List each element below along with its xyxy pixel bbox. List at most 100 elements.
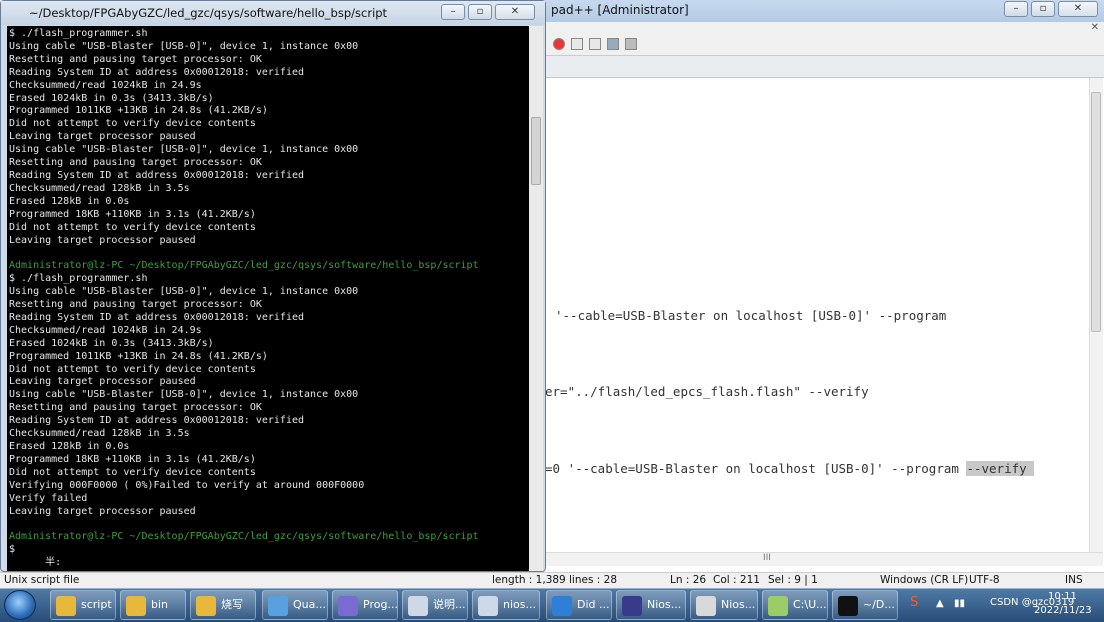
clock-time[interactable]: 10:11 bbox=[1048, 591, 1077, 602]
terminal-prompt-line: Administrator@lz-PC ~/Desktop/FPGAbyGZC/… bbox=[9, 531, 479, 543]
ime-icon[interactable]: S bbox=[910, 595, 918, 610]
status-length: length : 1,389 bbox=[492, 574, 566, 586]
quartus-icon bbox=[268, 596, 288, 616]
taskbar-button[interactable]: Prog... bbox=[332, 590, 398, 620]
terminal-line: Did not attempt to verify device content… bbox=[9, 466, 256, 478]
status-col: Col : 211 bbox=[713, 574, 760, 586]
terminal-line: Checksummed/read 128kB in 3.5s bbox=[9, 428, 190, 440]
minimize-icon[interactable]: – bbox=[441, 4, 465, 20]
document-icon bbox=[478, 596, 498, 616]
status-eol: Windows (CR LF) bbox=[880, 574, 969, 586]
status-ln: Ln : 26 bbox=[670, 574, 707, 586]
terminal-line: Programmed 18KB +110KB in 3.1s (41.2KB/s… bbox=[9, 208, 256, 220]
terminal-window: ~/Desktop/FPGAbyGZC/led_gzc/qsys/softwar… bbox=[0, 0, 546, 572]
editor-horizontal-scrollbar[interactable]: III bbox=[541, 552, 1103, 566]
taskbar-button-label: Prog... bbox=[363, 598, 398, 611]
status-encoding: UTF-8 bbox=[969, 574, 1000, 586]
terminal-line: Using cable "USB-Blaster [USB-0]", devic… bbox=[9, 286, 359, 298]
terminal-scrollbar[interactable] bbox=[529, 26, 543, 571]
terminal-line: Erased 1024kB in 0.3s (3413.3kB/s) bbox=[9, 92, 214, 104]
start-button[interactable] bbox=[4, 590, 36, 620]
terminal-line: $ ./flash_programmer.sh bbox=[9, 273, 148, 285]
minimize-icon[interactable]: – bbox=[1004, 1, 1028, 17]
terminal-line: Erased 1024kB in 0.3s (3413.3kB/s) bbox=[9, 337, 214, 349]
play-macro-icon[interactable] bbox=[589, 38, 601, 50]
code-line: '--cable=USB-Blaster on localhost [USB-0… bbox=[555, 308, 946, 323]
clock-date[interactable]: 2022/11/23 bbox=[1034, 605, 1092, 616]
taskbar-button-label: Nios... bbox=[647, 598, 682, 611]
status-lines: lines : 28 bbox=[569, 574, 617, 586]
terminal-line: Verify failed bbox=[9, 492, 88, 504]
network-icon[interactable]: ▮▮ bbox=[954, 598, 965, 609]
record-macro-icon[interactable] bbox=[553, 38, 565, 50]
terminal-line: Checksummed/read 1024kB in 24.9s bbox=[9, 79, 202, 91]
taskbar-button-label: Qua... bbox=[293, 598, 326, 611]
taskbar-button[interactable]: Did ... bbox=[546, 590, 612, 620]
taskbar-button-label: C:\U... bbox=[793, 598, 827, 611]
terminal-lines: $ ./flash_programmer.sh Using cable "USB-… bbox=[7, 26, 529, 570]
taskbar-button[interactable]: script bbox=[50, 590, 116, 620]
terminal-line: Programmed 1011KB +13KB in 24.8s (41.2KB… bbox=[9, 350, 268, 362]
stop-macro-icon[interactable] bbox=[571, 38, 583, 50]
taskbar-button-label: 说明... bbox=[433, 598, 466, 611]
editor-scroll-thumb[interactable] bbox=[1091, 92, 1101, 332]
status-sel: Sel : 9 | 1 bbox=[768, 574, 818, 586]
taskbar-button-label: 烧写 bbox=[221, 598, 243, 611]
close-icon[interactable]: ✕ bbox=[1058, 1, 1098, 17]
terminal-line: Leaving target processor paused bbox=[9, 505, 196, 517]
taskbar-button[interactable]: nios... bbox=[472, 590, 540, 620]
terminal-output[interactable]: $ ./flash_programmer.sh Using cable "USB-… bbox=[7, 26, 529, 571]
code-line: er="../flash/led_epcs_flash.flash" --ver… bbox=[545, 384, 869, 399]
maximize-icon[interactable]: ▫ bbox=[468, 4, 492, 20]
terminal-line: $ ./flash_programmer.sh bbox=[9, 28, 148, 39]
code-text: er="../flash/led_epcs_flash.flash" --ver… bbox=[545, 384, 869, 399]
terminal-line: Reading System ID at address 0x00012018:… bbox=[9, 66, 305, 78]
terminal-line: Reading System ID at address 0x00012018:… bbox=[9, 169, 305, 181]
java-icon bbox=[696, 596, 716, 616]
status-file-type: Unix script file bbox=[4, 574, 80, 586]
taskbar-button[interactable]: 烧写 bbox=[190, 590, 256, 620]
document-icon bbox=[408, 596, 428, 616]
notepadpp-icon bbox=[768, 596, 788, 616]
browser-icon bbox=[552, 596, 572, 616]
notepadpp-doc-close[interactable]: ✕ bbox=[541, 22, 1104, 34]
play-multiple-icon[interactable] bbox=[607, 38, 619, 50]
terminal-line: Leaving target processor paused bbox=[9, 131, 196, 143]
close-icon[interactable]: ✕ bbox=[495, 4, 535, 20]
programmer-icon bbox=[338, 596, 358, 616]
taskbar-button[interactable]: bin bbox=[120, 590, 186, 620]
taskbar-button[interactable]: Qua... bbox=[262, 590, 328, 620]
terminal-line: Erased 128kB in 0.0s bbox=[9, 195, 130, 207]
terminal-line: 半: bbox=[9, 557, 62, 569]
terminal-scroll-thumb[interactable] bbox=[531, 117, 541, 185]
folder-icon bbox=[56, 596, 76, 616]
scroll-grip: III bbox=[763, 553, 771, 563]
taskbar-button-label: bin bbox=[151, 598, 169, 611]
maximize-icon[interactable]: ▫ bbox=[1031, 1, 1055, 17]
terminal-line: Using cable "USB-Blaster [USB-0]", devic… bbox=[9, 144, 359, 156]
terminal-line: Resetting and pausing target processor: … bbox=[9, 402, 262, 414]
taskbar-button[interactable]: C:\U... bbox=[762, 590, 828, 620]
terminal-line: Resetting and pausing target processor: … bbox=[9, 299, 262, 311]
terminal-line: Programmed 18KB +110KB in 3.1s (41.2KB/s… bbox=[9, 453, 256, 465]
save-macro-icon[interactable] bbox=[625, 38, 637, 50]
eclipse-icon bbox=[622, 596, 642, 616]
terminal-prompt-line: Administrator@lz-PC ~/Desktop/FPGAbyGZC/… bbox=[9, 260, 479, 272]
status-bar: Unix script file length : 1,389 lines : … bbox=[0, 572, 1104, 588]
tray-expand-icon[interactable]: ▲ bbox=[936, 598, 944, 609]
taskbar-button[interactable]: Nios... bbox=[616, 590, 686, 620]
terminal-line: Erased 128kB in 0.0s bbox=[9, 440, 130, 452]
terminal-line: Leaving target processor paused bbox=[9, 234, 196, 246]
terminal-line: Resetting and pausing target processor: … bbox=[9, 53, 262, 65]
notepadpp-window: pad++ [Administrator] – ▫ ✕ ✕ '--cable=U… bbox=[540, 0, 1104, 588]
terminal-line: Reading System ID at address 0x00012018:… bbox=[9, 415, 305, 427]
code-text: '--cable=USB-Blaster on localhost [USB-0… bbox=[555, 308, 947, 323]
taskbar-button-label: script bbox=[81, 598, 112, 611]
taskbar-button[interactable]: 说明... bbox=[402, 590, 468, 620]
terminal-line: $ bbox=[9, 544, 16, 556]
taskbar-button[interactable]: ~/D... bbox=[832, 590, 898, 620]
taskbar-button[interactable]: Nios... bbox=[690, 590, 758, 620]
editor-area[interactable]: '--cable=USB-Blaster on localhost [USB-0… bbox=[541, 78, 1089, 552]
